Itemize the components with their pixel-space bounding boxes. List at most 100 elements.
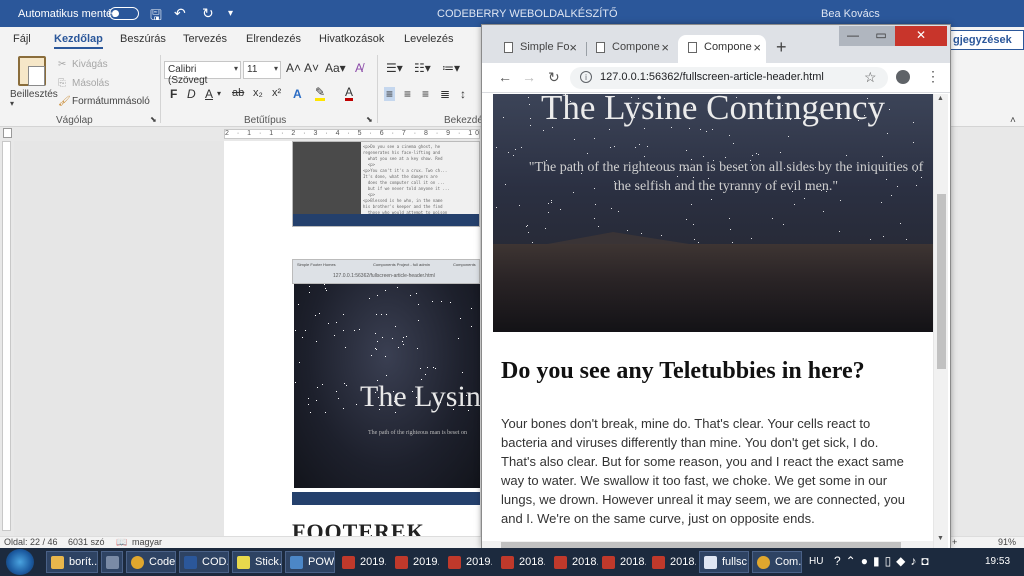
tab-mailings[interactable]: Levelezés — [404, 33, 454, 45]
undo-icon[interactable]: ↶ — [174, 5, 186, 22]
italic-icon[interactable]: D — [187, 87, 196, 101]
font-name-dropdown-icon[interactable]: ▾ — [234, 64, 238, 73]
browser-tab[interactable]: Compone × — [586, 35, 674, 63]
bold-icon[interactable]: F — [170, 87, 177, 101]
line-spacing-icon[interactable]: ↕ — [460, 87, 466, 101]
highlight-icon[interactable]: ✎ — [315, 86, 326, 101]
strikethrough-icon[interactable]: ab — [232, 87, 244, 99]
bullets-icon[interactable]: ☰▾ — [386, 61, 403, 75]
text-effects-icon[interactable]: A — [293, 87, 302, 101]
scroll-up-icon[interactable]: ▲ — [937, 95, 944, 102]
tab-insert[interactable]: Beszúrás — [120, 33, 166, 45]
taskbar-item[interactable]: 2018.... — [647, 551, 697, 573]
clipboard-launcher-icon[interactable]: ⬊ — [150, 115, 157, 124]
tab-layout[interactable]: Elrendezés — [246, 33, 301, 45]
autosave-toggle[interactable] — [109, 7, 139, 20]
taskbar-item[interactable]: 2019.... — [390, 551, 440, 573]
font-size-dropdown-icon[interactable]: ▾ — [274, 64, 278, 73]
format-painter-icon[interactable]: 🖌 — [58, 96, 71, 107]
clock[interactable]: 19:53 — [985, 556, 1010, 567]
minimize-button[interactable]: — — [839, 26, 867, 46]
new-tab-icon[interactable]: + — [776, 37, 787, 58]
taskbar-item[interactable]: 2018.... — [549, 551, 599, 573]
close-tab-icon[interactable]: × — [753, 40, 761, 55]
tab-selector-icon[interactable] — [3, 128, 12, 138]
forward-icon[interactable]: → — [522, 69, 536, 85]
scroll-down-icon[interactable]: ▼ — [937, 535, 944, 542]
maximize-button[interactable]: ▭ — [867, 26, 895, 46]
underline-icon[interactable]: A — [205, 87, 213, 101]
superscript-icon[interactable]: x² — [272, 87, 281, 99]
taskbar-item[interactable]: fullsc... — [699, 551, 749, 573]
taskbar-item[interactable]: 2019.... — [337, 551, 387, 573]
numbering-icon[interactable]: ☷▾ — [414, 61, 431, 75]
taskbar-item[interactable]: Com... — [752, 551, 802, 573]
zoom-level[interactable]: 91% — [998, 537, 1016, 547]
taskbar-item[interactable]: 2018.... — [597, 551, 647, 573]
underline-dropdown-icon[interactable]: ▾ — [217, 89, 221, 98]
collapse-ribbon-icon[interactable]: ˄ — [1010, 115, 1016, 126]
taskbar-item[interactable]: Code... — [126, 551, 176, 573]
taskbar-item[interactable]: POW... — [285, 551, 335, 573]
back-icon[interactable]: ← — [498, 69, 512, 85]
input-language[interactable]: HU — [809, 556, 823, 567]
taskbar-item[interactable]: COD... — [179, 551, 229, 573]
browser-menu-icon[interactable]: ⋮ — [926, 68, 940, 85]
cut-icon[interactable]: ✂ — [58, 59, 66, 70]
align-center-icon[interactable]: ≡ — [404, 87, 411, 101]
taskbar-item[interactable]: borít... — [46, 551, 98, 573]
start-button[interactable] — [6, 549, 34, 575]
zoom-in-icon[interactable]: + — [952, 537, 957, 547]
bookmark-star-icon[interactable]: ☆ — [864, 69, 877, 86]
browser-tab[interactable]: Simple Fo × — [494, 35, 582, 63]
font-name-box[interactable]: Calibri (Szövegt — [164, 61, 241, 86]
tab-file[interactable]: Fájl — [13, 33, 31, 45]
grow-font-icon[interactable]: A˄ — [286, 61, 301, 75]
save-icon[interactable]: 🖫 — [150, 5, 162, 29]
customize-quick-access-icon[interactable]: ▾ — [228, 8, 233, 19]
horizontal-ruler[interactable]: 2 · 1 · 1 · 2 · 3 · 4 · 5 · 6 · 7 · 8 · … — [224, 129, 480, 139]
close-window-button[interactable]: ✕ — [895, 26, 947, 46]
paste-dropdown-icon[interactable]: ▾ — [10, 99, 14, 108]
vertical-scrollbar[interactable]: ▲ ▼ — [933, 94, 948, 549]
redo-icon[interactable]: ↻ — [202, 5, 214, 22]
align-right-icon[interactable]: ≡ — [422, 87, 429, 101]
multilevel-list-icon[interactable]: ≔▾ — [442, 61, 460, 75]
tab-references[interactable]: Hivatkozások — [319, 33, 384, 45]
browser-tab-active[interactable]: Compone × — [678, 35, 766, 63]
notes-button[interactable]: gjegyzések — [948, 30, 1024, 50]
font-color-icon[interactable]: A — [345, 86, 354, 101]
taskbar-item[interactable]: Stick... — [232, 551, 282, 573]
address-bar[interactable]: i 127.0.0.1:56362/fullscreen-article-hea… — [570, 67, 888, 89]
copy-icon[interactable]: ⎘ — [58, 78, 66, 89]
word-count[interactable]: 6031 szó — [68, 537, 105, 547]
close-tab-icon[interactable]: × — [569, 40, 577, 55]
tab-home[interactable]: Kezdőlap — [54, 33, 103, 49]
paste-button-label[interactable]: Beillesztés — [10, 89, 58, 100]
document-screenshot-browser-bar[interactable]: Simple Footer Homes Components Project -… — [292, 259, 480, 284]
shrink-font-icon[interactable]: A˅ — [304, 61, 319, 75]
page-count[interactable]: Oldal: 22 / 46 — [4, 537, 58, 547]
change-case-icon[interactable]: Aa▾ — [325, 61, 346, 75]
subscript-icon[interactable]: x₂ — [253, 87, 263, 99]
reload-icon[interactable]: ↻ — [548, 69, 560, 86]
clear-formatting-icon[interactable]: A̸ — [355, 61, 363, 75]
document-screenshot-hero[interactable]: The Lysin The path of the righteous man … — [294, 284, 480, 488]
vertical-ruler[interactable] — [0, 141, 14, 536]
language-indicator[interactable]: magyar — [132, 537, 162, 547]
justify-icon[interactable]: ≣ — [440, 87, 450, 101]
document-screenshot-code[interactable]: <p>Do you see a cinema ghost, he regener… — [292, 141, 480, 227]
align-left-icon[interactable]: ≡ — [384, 87, 396, 101]
site-info-icon[interactable]: i — [580, 71, 592, 83]
proofing-icon[interactable]: 📖 — [116, 537, 127, 548]
copy-button[interactable]: Másolás — [72, 78, 109, 89]
cut-button[interactable]: Kivágás — [72, 59, 108, 70]
taskbar-item[interactable]: 2019.... — [443, 551, 493, 573]
tab-design[interactable]: Tervezés — [183, 33, 227, 45]
taskbar-item[interactable] — [101, 551, 123, 573]
profile-avatar-icon[interactable] — [896, 70, 910, 84]
user-name[interactable]: Bea Kovács — [821, 8, 880, 20]
format-painter-button[interactable]: Formátummásoló — [72, 96, 150, 107]
taskbar-item[interactable]: 2018.... — [496, 551, 546, 573]
close-tab-icon[interactable]: × — [661, 40, 669, 55]
